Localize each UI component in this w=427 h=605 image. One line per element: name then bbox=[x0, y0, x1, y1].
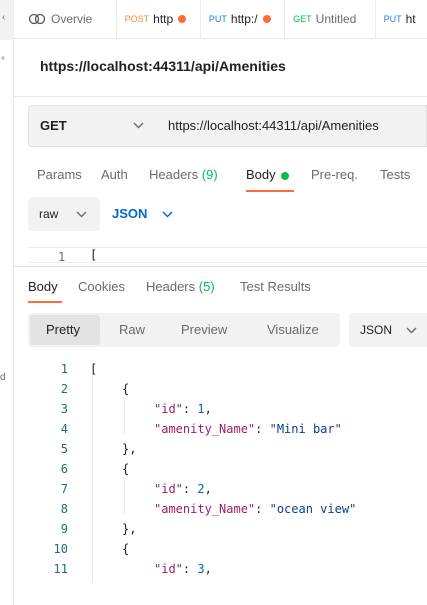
indent-guide bbox=[92, 378, 93, 581]
line-number: 4 bbox=[60, 422, 68, 436]
json-punct: : bbox=[255, 502, 270, 516]
json-string: "Mini bar" bbox=[269, 422, 342, 436]
code-line: "amenity_Name": "ocean view" bbox=[154, 502, 356, 516]
code-line: }, bbox=[122, 522, 136, 536]
code-line: [ bbox=[90, 362, 97, 376]
code-line: "id": 2, bbox=[154, 482, 212, 496]
json-punct: , bbox=[204, 402, 212, 416]
code-line: }, bbox=[122, 442, 136, 456]
json-punct: { bbox=[122, 382, 130, 396]
line-number: 6 bbox=[60, 462, 68, 476]
json-punct: : bbox=[182, 562, 198, 576]
line-number: 9 bbox=[60, 522, 68, 536]
line-number: 1 bbox=[60, 362, 68, 376]
line-number: 8 bbox=[60, 502, 68, 516]
line-number: 3 bbox=[60, 402, 68, 416]
code-line: { bbox=[122, 462, 129, 476]
json-key: "amenity_Name" bbox=[154, 422, 256, 436]
json-punct: : bbox=[255, 422, 270, 436]
json-key: "amenity_Name" bbox=[154, 502, 256, 516]
json-number: 2 bbox=[197, 482, 205, 496]
json-punct: }, bbox=[122, 522, 137, 536]
json-key: "id" bbox=[154, 562, 183, 576]
json-string: "ocean view" bbox=[269, 502, 357, 516]
code-line: "id": 3, bbox=[154, 562, 212, 576]
indent-guide bbox=[124, 398, 125, 434]
json-punct: , bbox=[204, 482, 212, 496]
json-number: 3 bbox=[197, 562, 205, 576]
json-punct: , bbox=[204, 562, 212, 576]
line-number: 7 bbox=[60, 482, 68, 496]
json-punct: : bbox=[182, 482, 198, 496]
json-punct: [ bbox=[90, 362, 98, 376]
line-number: 5 bbox=[60, 442, 68, 456]
json-key: "id" bbox=[154, 402, 183, 416]
line-number: 2 bbox=[60, 382, 68, 396]
response-body-viewer[interactable]: 1 [2 {3 "id": 1, 4 "amenity_Name": "Mini bar"… bbox=[0, 0, 427, 605]
line-number: 10 bbox=[53, 542, 68, 556]
json-punct: }, bbox=[122, 442, 137, 456]
code-line: "amenity_Name": "Mini bar" bbox=[154, 422, 342, 436]
code-line: "id": 1, bbox=[154, 402, 212, 416]
json-punct: { bbox=[122, 542, 130, 556]
code-line: { bbox=[122, 542, 129, 556]
json-punct: : bbox=[182, 402, 198, 416]
json-number: 1 bbox=[197, 402, 205, 416]
json-punct: { bbox=[122, 462, 130, 476]
line-number: 11 bbox=[53, 562, 68, 576]
code-line: { bbox=[122, 382, 129, 396]
indent-guide bbox=[124, 478, 125, 514]
json-key: "id" bbox=[154, 482, 183, 496]
